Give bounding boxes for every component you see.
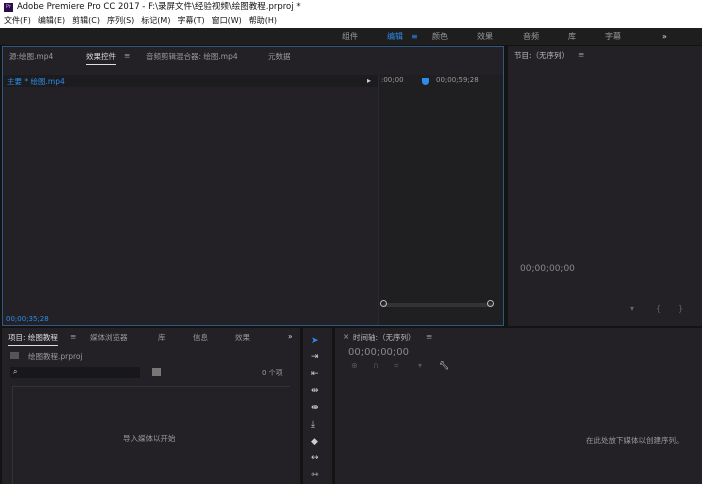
menu-marker[interactable]: 标记(M) bbox=[141, 14, 170, 28]
menu-file[interactable]: 文件(F) bbox=[4, 14, 31, 28]
snap-icon[interactable]: ∩ bbox=[373, 361, 379, 370]
ripple-edit-tool-icon[interactable]: ⇤ bbox=[311, 369, 319, 379]
workspace-editing[interactable]: 编辑 bbox=[387, 28, 403, 45]
program-timecode: 00;00;00;00 bbox=[520, 264, 575, 274]
window-title: Adobe Premiere Pro CC 2017 - F:\录屏文件\经验视… bbox=[17, 2, 301, 12]
clip-header: 主要 * 绘图.mp4 ▸ bbox=[3, 75, 378, 87]
tab-audio-clip-mixer[interactable]: 音频剪辑混合器: 绘图.mp4 bbox=[146, 51, 238, 62]
time-start: :00;00 bbox=[381, 76, 404, 84]
tab-project[interactable]: 项目: 绘图教程 bbox=[8, 332, 58, 346]
panel-menu-icon[interactable]: ≡ bbox=[426, 332, 432, 341]
rolling-edit-tool-icon[interactable]: ⇹ bbox=[311, 386, 319, 396]
scroll-handle-right[interactable] bbox=[487, 300, 494, 307]
tab-libraries[interactable]: 库 bbox=[158, 332, 166, 343]
timeline-title: 时间轴:（无序列） bbox=[353, 333, 416, 342]
time-end: 00;00;59;28 bbox=[436, 76, 479, 84]
tab-effects[interactable]: 效果 bbox=[235, 332, 250, 343]
zoom-scrollbar[interactable] bbox=[383, 303, 493, 307]
workspace-menu-icon[interactable]: ≡ bbox=[411, 28, 418, 45]
more-tabs-icon[interactable]: » bbox=[288, 332, 293, 341]
search-input[interactable]: ⌕ bbox=[10, 367, 140, 378]
playhead-icon[interactable] bbox=[422, 78, 429, 85]
project-file-icon bbox=[10, 352, 19, 359]
mark-in-icon[interactable]: { bbox=[656, 304, 661, 313]
program-title: 节目:（无序列） bbox=[514, 51, 570, 60]
effect-timeline: :00;00 00;00;59;28 bbox=[378, 75, 503, 325]
nest-icon[interactable]: ⊕ bbox=[351, 361, 358, 370]
scroll-handle-left[interactable] bbox=[380, 300, 387, 307]
project-file-name: 绘图教程.prproj bbox=[28, 352, 83, 361]
import-hint: 导入媒体以开始 bbox=[123, 434, 176, 443]
tab-info[interactable]: 信息 bbox=[193, 332, 208, 343]
menu-edit[interactable]: 编辑(E) bbox=[38, 14, 65, 28]
panel-menu-icon[interactable]: ≡ bbox=[578, 50, 584, 59]
menu-window[interactable]: 窗口(W) bbox=[212, 14, 242, 28]
menu-bar: 文件(F) 编辑(E) 剪辑(C) 序列(S) 标记(M) 字幕(T) 窗口(W… bbox=[0, 14, 702, 28]
add-marker-icon[interactable]: ▾ bbox=[418, 361, 422, 370]
timeline-drop-hint: 在此处放下媒体以创建序列。 bbox=[586, 436, 684, 445]
program-monitor-panel: 节目:（无序列） ≡ 00;00;00;00 ▾ { } bbox=[508, 46, 702, 326]
menu-help[interactable]: 帮助(H) bbox=[249, 14, 277, 28]
razor-tool-icon[interactable]: ◆ bbox=[311, 437, 318, 447]
close-icon[interactable]: × bbox=[343, 332, 349, 341]
clip-label[interactable]: 主要 * 绘图.mp4 bbox=[7, 76, 65, 87]
workspace-titles[interactable]: 字幕 bbox=[605, 28, 621, 45]
media-drop-area[interactable]: 导入媒体以开始 bbox=[12, 386, 290, 484]
timeline-panel: × 时间轴:（无序列） ≡ 00;00;00;00 ⊕ ∩ ⌗ ▾ 🔧︎ 在此处… bbox=[335, 328, 702, 484]
workspace-assembly[interactable]: 组件 bbox=[342, 28, 358, 45]
wrench-icon[interactable]: 🔧︎ bbox=[439, 361, 449, 370]
slip-tool-icon[interactable]: ⤓ bbox=[311, 420, 315, 430]
timeline-timecode[interactable]: 00;00;00;00 bbox=[348, 347, 409, 358]
premiere-logo-icon: Pr bbox=[4, 2, 13, 12]
rate-stretch-tool-icon[interactable]: ⇼ bbox=[311, 403, 319, 413]
menu-clip[interactable]: 剪辑(C) bbox=[72, 14, 100, 28]
item-count: 0 个项 bbox=[262, 369, 283, 377]
tab-metadata[interactable]: 元数据 bbox=[268, 51, 291, 62]
selection-tool-icon[interactable]: ➤ bbox=[311, 336, 319, 346]
mark-out-icon[interactable]: } bbox=[678, 304, 683, 313]
workspace-audio[interactable]: 音频 bbox=[523, 28, 539, 45]
tab-media-browser[interactable]: 媒体浏览器 bbox=[90, 332, 128, 343]
menu-sequence[interactable]: 序列(S) bbox=[107, 14, 134, 28]
tab-effect-controls[interactable]: 效果控件 bbox=[86, 51, 116, 65]
search-icon: ⌕ bbox=[13, 367, 18, 376]
new-bin-icon[interactable] bbox=[152, 368, 161, 376]
current-time[interactable]: 00;00;35;28 bbox=[6, 315, 49, 323]
effect-controls-panel: 源:绘图.mp4 效果控件 ≡ 音频剪辑混合器: 绘图.mp4 元数据 主要 *… bbox=[2, 46, 504, 326]
play-icon[interactable]: ▸ bbox=[367, 76, 371, 85]
pen-tool-icon[interactable]: ⇿ bbox=[311, 470, 319, 480]
track-select-tool-icon[interactable]: ⇥ bbox=[311, 352, 319, 362]
menu-title[interactable]: 字幕(T) bbox=[177, 14, 204, 28]
workspace-libraries[interactable]: 库 bbox=[568, 28, 576, 45]
tools-panel: ➤ ⇥ ⇤ ⇹ ⇼ ⤓ ◆ ↔ ⇿ bbox=[303, 328, 332, 484]
workspace-effects[interactable]: 效果 bbox=[477, 28, 493, 45]
slide-tool-icon[interactable]: ↔ bbox=[311, 453, 319, 463]
panel-menu-icon[interactable]: ≡ bbox=[124, 51, 130, 60]
panel-menu-icon[interactable]: ≡ bbox=[70, 332, 76, 341]
marker-icon[interactable]: ▾ bbox=[630, 304, 634, 313]
tab-source[interactable]: 源:绘图.mp4 bbox=[9, 51, 53, 62]
title-bar: Pr Adobe Premiere Pro CC 2017 - F:\录屏文件\… bbox=[0, 0, 702, 14]
workspace-bar: 组件 编辑 ≡ 颜色 效果 音频 库 字幕 » bbox=[0, 28, 702, 45]
workspace-color[interactable]: 颜色 bbox=[432, 28, 448, 45]
project-panel: 项目: 绘图教程 ≡ 媒体浏览器 库 信息 效果 » 绘图教程.prproj ⌕… bbox=[2, 328, 300, 484]
linked-selection-icon[interactable]: ⌗ bbox=[394, 361, 399, 371]
workspace-more-icon[interactable]: » bbox=[662, 28, 667, 45]
